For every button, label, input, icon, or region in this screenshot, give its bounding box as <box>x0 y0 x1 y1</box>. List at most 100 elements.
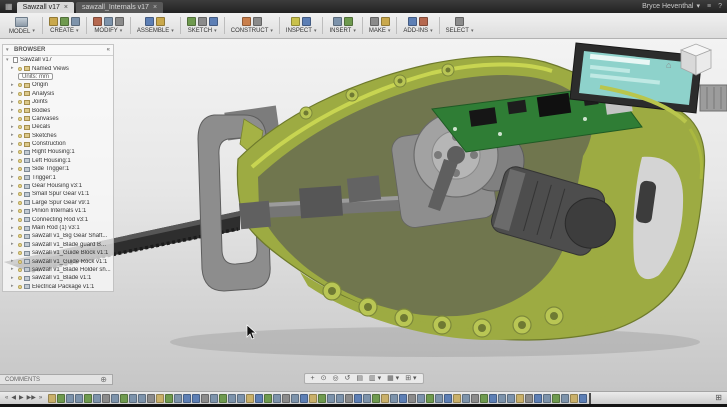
visibility-bulb-icon[interactable] <box>18 167 22 172</box>
timeline-feature-icon[interactable] <box>579 393 588 403</box>
visibility-bulb-icon[interactable] <box>18 284 22 289</box>
timeline-feature-icon[interactable] <box>390 393 399 403</box>
timeline-feature-icon[interactable] <box>354 393 363 403</box>
timeline-feature-icon[interactable] <box>174 393 183 403</box>
zoom-icon[interactable]: ⊙ <box>319 375 329 382</box>
timeline-feature-icon[interactable] <box>48 393 57 403</box>
tool-icon[interactable] <box>186 17 196 26</box>
visibility-bulb-icon[interactable] <box>18 158 22 163</box>
timeline-feature-icon[interactable] <box>147 393 156 403</box>
timeline-feature-icon[interactable] <box>57 393 66 403</box>
tool-icon[interactable] <box>291 17 301 26</box>
document-tab[interactable]: Sawzall v17 × <box>16 2 75 13</box>
browser-item[interactable]: ▸ Main Rod (1) v3:1 <box>3 224 113 232</box>
visibility-bulb-icon[interactable] <box>18 133 22 138</box>
timeline-feature-icon[interactable] <box>120 393 129 403</box>
workspace-switcher[interactable]: MODEL ▾ <box>4 14 40 37</box>
timeline-position-marker[interactable] <box>589 392 592 404</box>
look-at-icon[interactable]: ▤ <box>354 375 365 382</box>
timeline-feature-icon[interactable] <box>345 393 354 403</box>
tab-close-icon[interactable]: × <box>153 4 157 11</box>
display-settings-icon[interactable]: ▥ ▾ <box>367 375 383 382</box>
expand-caret-icon[interactable]: ▸ <box>11 175 16 180</box>
timeline-feature-icon[interactable] <box>444 393 453 403</box>
visibility-bulb-icon[interactable] <box>18 100 22 105</box>
add-comment-icon[interactable]: ⊕ <box>100 375 107 384</box>
ribbon-menu-inspect[interactable]: INSPECT ▾ <box>282 14 321 37</box>
timeline-feature-icon[interactable] <box>570 393 579 403</box>
browser-item[interactable]: ▸ sawzall v1_Blade guard B... <box>3 241 113 249</box>
timeline-feature-icon[interactable] <box>336 393 345 403</box>
timeline-feature-icon[interactable] <box>417 393 426 403</box>
ribbon-menu-assemble[interactable]: ASSEMBLE ▾ <box>133 14 178 37</box>
visibility-bulb-icon[interactable] <box>18 142 22 147</box>
expand-caret-icon[interactable]: ▸ <box>11 66 16 71</box>
expand-caret-icon[interactable]: ▸ <box>11 225 16 231</box>
browser-item[interactable]: ▸ Bodies <box>3 106 113 114</box>
visibility-bulb-icon[interactable] <box>18 209 22 214</box>
tool-icon[interactable] <box>408 17 417 26</box>
timeline-feature-icon[interactable] <box>471 393 480 403</box>
browser-item[interactable]: ▸ Analysis <box>3 90 113 98</box>
browser-item[interactable]: ▸ sawzall v1_Blade v1:1 <box>3 274 113 282</box>
timeline-feature-icon[interactable] <box>219 393 228 403</box>
timeline-feature-icon[interactable] <box>480 393 489 403</box>
play-button[interactable]: ▶ <box>19 395 24 401</box>
visibility-bulb-icon[interactable] <box>18 83 22 88</box>
timeline-feature-icon[interactable] <box>102 393 111 403</box>
timeline-feature-icon[interactable] <box>381 393 390 403</box>
timeline-feature-icon[interactable] <box>453 393 462 403</box>
timeline-feature-icon[interactable] <box>399 393 408 403</box>
tool-icon[interactable] <box>252 17 262 26</box>
timeline-feature-icon[interactable] <box>246 393 255 403</box>
browser-item[interactable]: ▸ Connecting Rod v3:1 <box>3 215 113 223</box>
browser-item[interactable]: Units: mm <box>3 73 113 81</box>
visibility-bulb-icon[interactable] <box>18 267 22 272</box>
timeline-feature-icon[interactable] <box>273 393 282 403</box>
timeline-feature-icon[interactable] <box>318 393 327 403</box>
units-setting[interactable]: Units: mm <box>18 73 53 81</box>
home-icon[interactable]: ⌂ <box>666 60 671 70</box>
visibility-bulb-icon[interactable] <box>18 226 22 230</box>
browser-item[interactable]: ▸ Pinion Internals v1:1 <box>3 207 113 215</box>
comments-panel[interactable]: COMMENTS ⊕ <box>0 374 113 385</box>
timeline-feature-icon[interactable] <box>282 393 291 403</box>
document-tab[interactable]: sawzall_Internals v17 × <box>76 2 164 13</box>
tool-icon[interactable] <box>302 17 312 26</box>
tool-icon[interactable] <box>343 17 353 26</box>
grid-settings-icon[interactable]: ▦ ▾ <box>385 375 401 382</box>
timeline-feature-icon[interactable] <box>507 393 516 403</box>
timeline-feature-icon[interactable] <box>363 393 372 403</box>
user-account-button[interactable]: Bryce Heventhal ▾ <box>642 3 700 10</box>
tool-icon[interactable] <box>114 17 124 26</box>
timeline-feature-icon[interactable] <box>183 393 192 403</box>
expand-caret-icon[interactable]: ▸ <box>11 208 16 214</box>
timeline-feature-icon[interactable] <box>372 393 381 403</box>
tool-icon[interactable] <box>380 17 390 26</box>
timeline-feature-icon[interactable] <box>561 393 570 403</box>
timeline-feature-icon[interactable] <box>111 393 120 403</box>
expand-caret-icon[interactable]: ▸ <box>11 250 16 256</box>
expand-caret-icon[interactable]: ▸ <box>11 275 16 281</box>
timeline-feature-icon[interactable] <box>462 393 471 403</box>
browser-item[interactable]: ▸ Electrical Package v1:1 <box>3 283 113 291</box>
browser-item[interactable]: ▸ Right Housing:1 <box>3 148 113 156</box>
skip-to-end-button[interactable]: » <box>39 395 42 401</box>
timeline-feature-icon[interactable] <box>138 393 147 403</box>
visibility-bulb-icon[interactable] <box>18 150 22 155</box>
expand-caret-icon[interactable]: ▸ <box>11 267 16 272</box>
tool-icon[interactable] <box>419 17 428 26</box>
expand-caret-icon[interactable]: ▸ <box>11 158 16 163</box>
timeline-feature-icon[interactable] <box>534 393 543 403</box>
expand-caret-icon[interactable]: ▸ <box>11 233 16 239</box>
fit-view-icon[interactable]: ◎ <box>330 375 340 382</box>
expand-caret-icon[interactable]: ▸ <box>11 91 16 96</box>
expand-caret-icon[interactable]: ▸ <box>11 99 16 105</box>
tab-close-icon[interactable]: × <box>64 4 68 11</box>
visibility-bulb-icon[interactable] <box>18 116 22 121</box>
visibility-bulb-icon[interactable] <box>18 175 22 180</box>
timeline-feature-icon[interactable] <box>255 393 264 403</box>
browser-item[interactable]: ▸ sawzall v1_Big Gear Shaft... <box>3 232 113 240</box>
tool-icon[interactable] <box>48 17 58 26</box>
ribbon-menu-create[interactable]: CREATE ▾ <box>45 14 84 37</box>
